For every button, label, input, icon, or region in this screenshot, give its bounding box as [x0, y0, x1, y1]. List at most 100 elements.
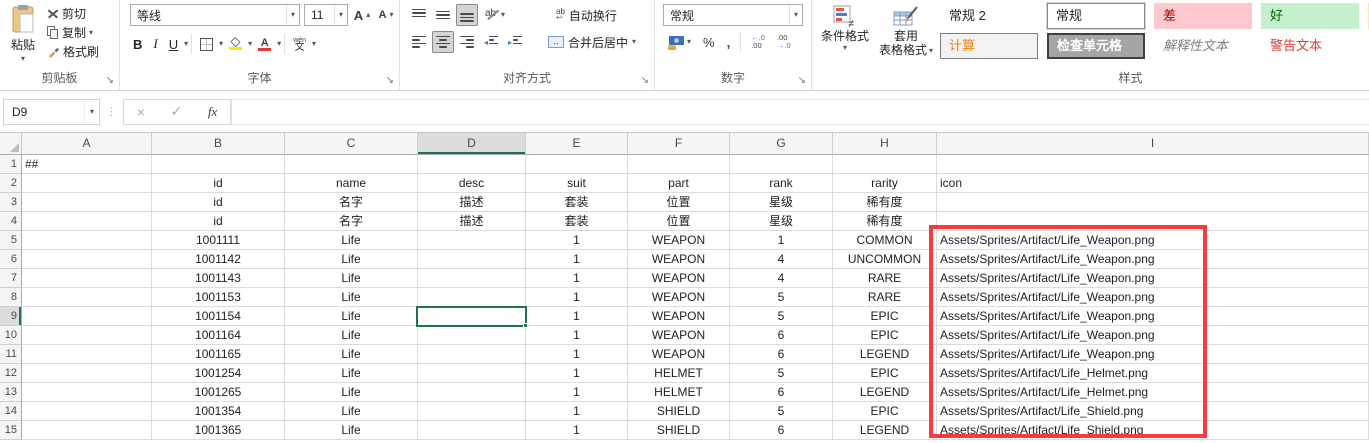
- cell-A2[interactable]: [22, 174, 152, 193]
- cell-A12[interactable]: [22, 364, 152, 383]
- font-color-caret-icon[interactable]: ▾: [277, 40, 281, 48]
- cell-G12[interactable]: 5: [730, 364, 833, 383]
- column-header-H[interactable]: H: [833, 133, 937, 155]
- cell-F4[interactable]: 位置: [628, 212, 730, 231]
- cell-F15[interactable]: SHIELD: [628, 421, 730, 440]
- row-header-4[interactable]: 4: [0, 212, 22, 231]
- cell-G9[interactable]: 5: [730, 307, 833, 326]
- increase-font-button[interactable]: A▴: [352, 4, 372, 26]
- cell-H11[interactable]: LEGEND: [833, 345, 937, 364]
- cell-B4[interactable]: id: [152, 212, 285, 231]
- row-header-12[interactable]: 12: [0, 364, 22, 383]
- column-header-D[interactable]: D: [418, 133, 526, 155]
- cell-E1[interactable]: [526, 155, 628, 174]
- row-header-10[interactable]: 10: [0, 326, 22, 345]
- cell-A3[interactable]: [22, 193, 152, 212]
- cell-B2[interactable]: id: [152, 174, 285, 193]
- cell-A8[interactable]: [22, 288, 152, 307]
- number-dialog-launcher-icon[interactable]: ↘: [798, 76, 806, 86]
- cell-C11[interactable]: Life: [285, 345, 418, 364]
- cell-D1[interactable]: [418, 155, 526, 174]
- accounting-format-button[interactable]: ▾: [663, 31, 695, 53]
- cell-style-warning[interactable]: 警告文本: [1261, 33, 1359, 59]
- cell-E5[interactable]: 1: [526, 231, 628, 250]
- cell-D3[interactable]: 描述: [418, 193, 526, 212]
- font-dialog-launcher-icon[interactable]: ↘: [386, 76, 394, 86]
- row-header-15[interactable]: 15: [0, 421, 22, 440]
- cell-B6[interactable]: 1001142: [152, 250, 285, 269]
- clipboard-dialog-launcher-icon[interactable]: ↘: [106, 76, 114, 86]
- cell-F9[interactable]: WEAPON: [628, 307, 730, 326]
- cell-A1[interactable]: ##: [22, 155, 152, 174]
- name-box-caret-icon[interactable]: ▾: [84, 100, 99, 124]
- cell-F11[interactable]: WEAPON: [628, 345, 730, 364]
- cell-I1[interactable]: [937, 155, 1369, 174]
- phonetic-caret-icon[interactable]: ▾: [312, 40, 316, 48]
- format-painter-button[interactable]: 格式刷: [44, 42, 118, 61]
- cell-C1[interactable]: [285, 155, 418, 174]
- cell-B13[interactable]: 1001265: [152, 383, 285, 402]
- cell-C7[interactable]: Life: [285, 269, 418, 288]
- cell-H8[interactable]: RARE: [833, 288, 937, 307]
- row-header-14[interactable]: 14: [0, 402, 22, 421]
- font-name-combo[interactable]: 等线 ▾: [130, 4, 300, 26]
- cell-D7[interactable]: [418, 269, 526, 288]
- cell-C8[interactable]: Life: [285, 288, 418, 307]
- row-header-6[interactable]: 6: [0, 250, 22, 269]
- cell-F10[interactable]: WEAPON: [628, 326, 730, 345]
- cell-G5[interactable]: 1: [730, 231, 833, 250]
- cell-H10[interactable]: EPIC: [833, 326, 937, 345]
- cell-B5[interactable]: 1001111: [152, 231, 285, 250]
- cell-style-normal[interactable]: 常规: [1047, 3, 1145, 29]
- number-format-combo[interactable]: 常规 ▾: [663, 4, 803, 26]
- cell-F13[interactable]: HELMET: [628, 383, 730, 402]
- percent-button[interactable]: %: [699, 31, 719, 53]
- row-header-2[interactable]: 2: [0, 174, 22, 193]
- cell-D5[interactable]: [418, 231, 526, 250]
- cell-E7[interactable]: 1: [526, 269, 628, 288]
- cell-A4[interactable]: [22, 212, 152, 231]
- cell-B7[interactable]: 1001143: [152, 269, 285, 288]
- cell-style-calculation[interactable]: 计算: [940, 33, 1038, 59]
- cell-C12[interactable]: Life: [285, 364, 418, 383]
- conditional-formatting-button[interactable]: ≠ 条件格式 ▾: [818, 3, 872, 54]
- cell-C3[interactable]: 名字: [285, 193, 418, 212]
- underline-caret-icon[interactable]: ▾: [184, 40, 188, 48]
- cell-D4[interactable]: 描述: [418, 212, 526, 231]
- phonetic-button[interactable]: wén 文: [288, 33, 311, 55]
- decrease-font-button[interactable]: A▾: [376, 4, 396, 26]
- cell-A10[interactable]: [22, 326, 152, 345]
- cell-A7[interactable]: [22, 269, 152, 288]
- cell-H12[interactable]: EPIC: [833, 364, 937, 383]
- font-size-combo[interactable]: 11 ▾: [304, 4, 348, 26]
- cell-F12[interactable]: HELMET: [628, 364, 730, 383]
- cell-B11[interactable]: 1001165: [152, 345, 285, 364]
- column-header-C[interactable]: C: [285, 133, 418, 155]
- cell-H15[interactable]: LEGEND: [833, 421, 937, 440]
- cell-B15[interactable]: 1001365: [152, 421, 285, 440]
- cell-D9[interactable]: [418, 307, 526, 326]
- font-color-button[interactable]: A: [253, 33, 276, 55]
- cell-D12[interactable]: [418, 364, 526, 383]
- cell-G1[interactable]: [730, 155, 833, 174]
- column-header-G[interactable]: G: [730, 133, 833, 155]
- column-header-F[interactable]: F: [628, 133, 730, 155]
- decrease-decimal-button[interactable]: .00→.0: [773, 31, 795, 53]
- cell-E9[interactable]: 1: [526, 307, 628, 326]
- cell-F2[interactable]: part: [628, 174, 730, 193]
- cell-E3[interactable]: 套装: [526, 193, 628, 212]
- cell-E6[interactable]: 1: [526, 250, 628, 269]
- insert-function-icon[interactable]: fx: [208, 104, 217, 120]
- row-header-1[interactable]: 1: [0, 155, 22, 174]
- comma-style-button[interactable]: ,: [723, 31, 735, 53]
- align-center-button[interactable]: [432, 31, 454, 53]
- borders-caret-icon[interactable]: ▾: [219, 40, 223, 48]
- cell-E13[interactable]: 1: [526, 383, 628, 402]
- cell-C4[interactable]: 名字: [285, 212, 418, 231]
- cell-H9[interactable]: EPIC: [833, 307, 937, 326]
- formula-input[interactable]: [231, 99, 1369, 125]
- copy-button[interactable]: 复制 ▾: [44, 23, 118, 42]
- cell-G13[interactable]: 6: [730, 383, 833, 402]
- cell-D11[interactable]: [418, 345, 526, 364]
- cell-B8[interactable]: 1001153: [152, 288, 285, 307]
